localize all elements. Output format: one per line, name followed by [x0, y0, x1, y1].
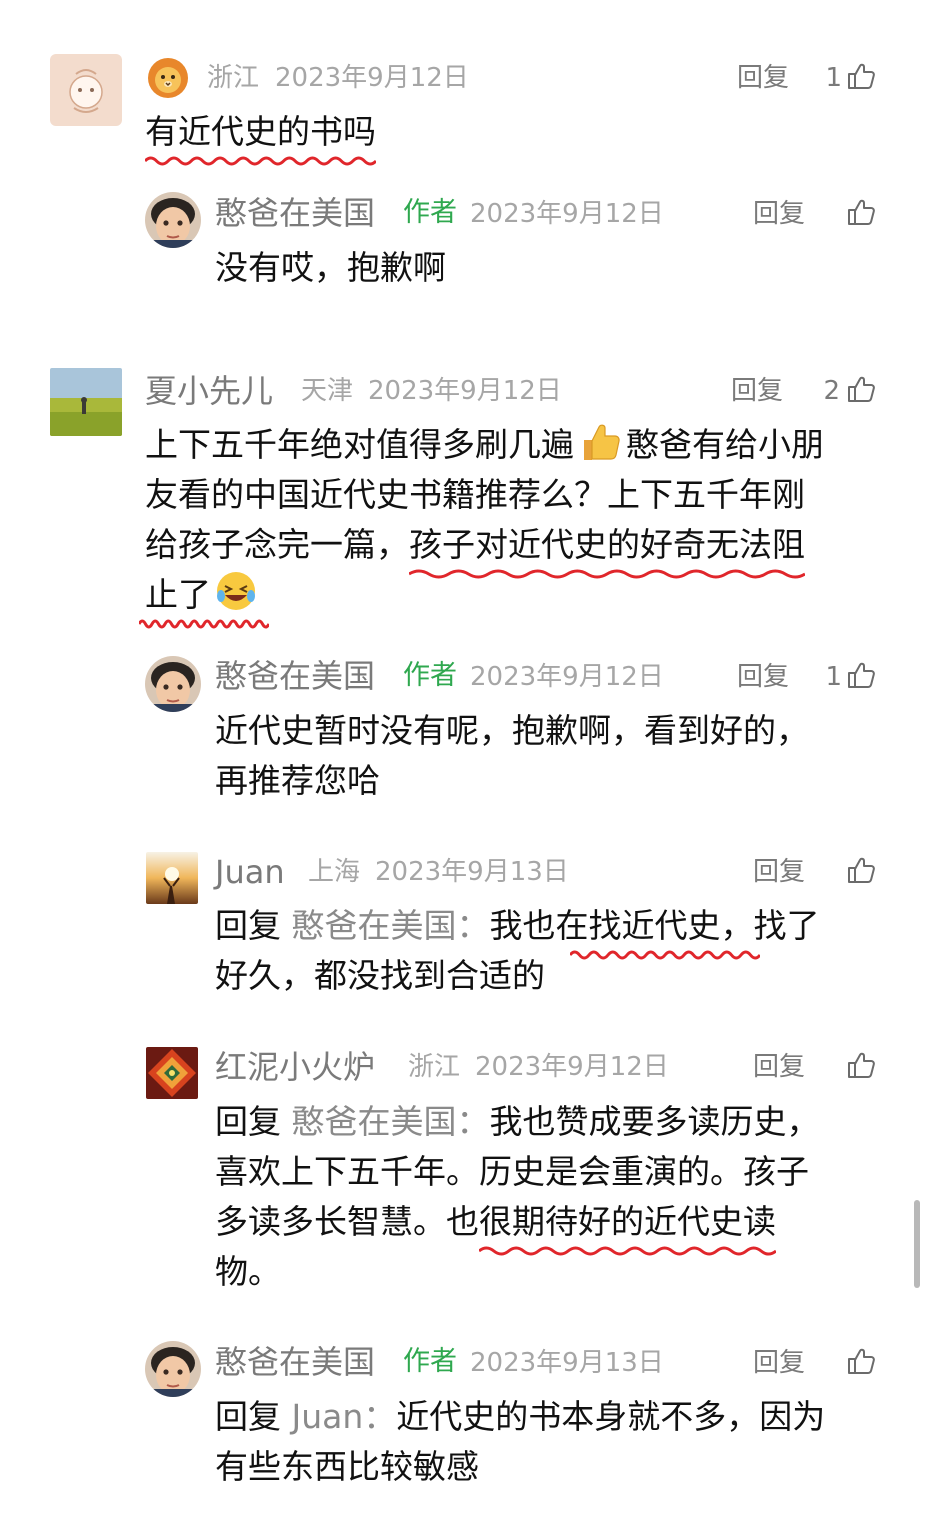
avatar[interactable] — [146, 852, 198, 904]
child-photo-icon — [145, 192, 201, 248]
thumbs-up-icon[interactable] — [846, 61, 876, 91]
like-count: 1 — [825, 662, 842, 692]
comment-location: 天津 — [301, 376, 354, 406]
highlight-underline: 很期待好的近代史读 — [479, 1197, 776, 1247]
avatar[interactable] — [145, 192, 201, 248]
reply-author-name[interactable]: 憨爸在美国 — [215, 656, 375, 696]
avatar[interactable] — [145, 656, 201, 712]
reply-text: 回复 憨爸在美国：我也在找近代史 ，找了 好久，都没找到合适的 — [215, 901, 820, 1001]
reply-date: 2023年9月12日 — [470, 662, 664, 692]
field-photo-icon — [50, 368, 122, 436]
reply-location: 上海 — [308, 857, 361, 887]
comment-author-name[interactable]: 夏小先儿 — [145, 371, 273, 411]
child-photo-icon — [145, 1341, 201, 1397]
comment-text: 上下五千年绝对值得多刷几遍 憨爸有给小朋 友看的中国近代史书籍推荐么？上下五千年刚… — [145, 420, 824, 620]
highlight-underline: 止了 — [145, 570, 257, 620]
lion-emoji-icon — [146, 56, 190, 100]
comment-date: 2023年9月12日 — [368, 376, 562, 406]
thumbs-up-icon[interactable] — [846, 1346, 876, 1376]
reply-button[interactable]: 回复 — [753, 852, 805, 892]
thumbs-up-icon[interactable] — [846, 660, 876, 690]
comment-location: 浙江 — [207, 63, 260, 93]
avatar[interactable] — [145, 1341, 201, 1397]
like-count: 1 — [825, 63, 842, 93]
reply-button[interactable]: 回复 — [753, 1343, 805, 1383]
highlight-underline: 我也在找近代史 — [490, 901, 721, 951]
reply-button[interactable]: 回复 — [753, 194, 805, 234]
quoted-user[interactable]: Juan： — [292, 1397, 397, 1436]
thumbs-up-emoji-icon — [584, 424, 620, 460]
reply-button[interactable]: 回复 — [753, 1047, 805, 1087]
like-count: 2 — [823, 376, 840, 406]
child-photo-icon — [145, 656, 201, 712]
author-badge: 作者 — [403, 660, 457, 691]
reply-location: 浙江 — [408, 1052, 461, 1082]
thumbs-up-icon[interactable] — [846, 855, 876, 885]
comment-text: 有近代史的书吗 — [145, 107, 376, 157]
reply-text: 近代史暂时没有呢，抱歉啊，看到好的， 再推荐您哈 — [215, 711, 809, 800]
reply-text: 回复 憨爸在美国：我也赞成要多读历史， 喜欢上下五千年。历史是会重演的。孩子 多… — [215, 1102, 820, 1291]
cartoon-avatar-icon — [69, 69, 103, 113]
reply-date: 2023年9月12日 — [475, 1052, 669, 1082]
pattern-avatar-icon — [146, 1047, 198, 1099]
quoted-user[interactable]: 憨爸在美国： — [292, 906, 490, 945]
highlight-underline: 有近代史的书吗 — [145, 107, 376, 157]
reply-text: 回复 Juan：近代史的书本身就不多，因为 有些东西比较敏感 — [215, 1397, 826, 1486]
reply-author-name[interactable]: 红泥小火炉 — [215, 1047, 375, 1087]
laughing-emoji-icon — [217, 572, 255, 610]
author-badge: 作者 — [403, 197, 457, 228]
highlight-underline: 孩子对近代史的好奇无法阻 — [409, 520, 805, 570]
reply-button[interactable]: 回复 — [731, 371, 783, 411]
thumbs-up-icon[interactable] — [846, 1050, 876, 1080]
reply-button[interactable]: 回复 — [737, 58, 789, 98]
reply-date: 2023年9月13日 — [375, 857, 569, 887]
reply-date: 2023年9月13日 — [470, 1348, 664, 1378]
reply-author-name[interactable]: 憨爸在美国 — [215, 193, 375, 233]
author-badge: 作者 — [403, 1346, 457, 1377]
reply-author-name[interactable]: Juan — [215, 852, 285, 892]
reply-date: 2023年9月12日 — [470, 199, 664, 229]
reply-author-name[interactable]: 憨爸在美国 — [215, 1342, 375, 1382]
thumbs-up-icon[interactable] — [846, 374, 876, 404]
thumbs-up-icon[interactable] — [846, 197, 876, 227]
sunset-photo-icon — [146, 852, 198, 904]
quoted-user[interactable]: 憨爸在美国： — [292, 1102, 490, 1141]
avatar[interactable] — [50, 54, 122, 126]
avatar[interactable] — [146, 1047, 198, 1099]
avatar[interactable] — [50, 368, 122, 436]
reply-button[interactable]: 回复 — [737, 657, 789, 697]
reply-text: 没有哎，抱歉啊 — [215, 248, 446, 287]
comment-date: 2023年9月12日 — [275, 63, 469, 93]
scrollbar[interactable] — [914, 1200, 920, 1288]
